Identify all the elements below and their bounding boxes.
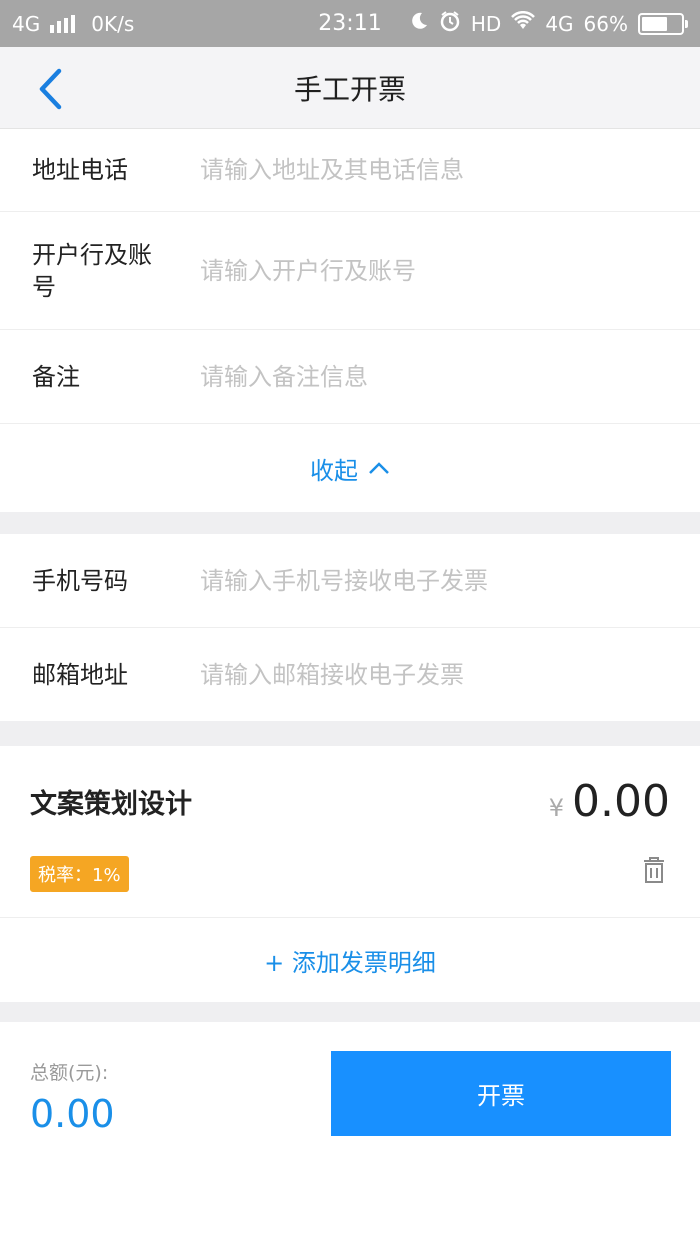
email-row: 邮箱地址 <box>0 628 700 721</box>
section-divider <box>0 512 700 534</box>
item-amount: 0.00 <box>572 775 670 827</box>
moon-icon <box>409 11 429 36</box>
battery-icon <box>638 12 688 35</box>
main-content: 地址电话 开户行及账 号 备注 收起 手机号码 邮箱地址 文案策划设计 ¥ <box>0 129 700 1024</box>
bank-row: 开户行及账 号 <box>0 212 700 330</box>
section-divider <box>0 721 700 746</box>
tax-rate-badge: 税率：1% <box>30 856 129 892</box>
page-title: 手工开票 <box>293 72 406 106</box>
address-row: 地址电话 <box>0 129 700 212</box>
bank-label: 开户行及账 号 <box>32 239 200 303</box>
remark-label: 备注 <box>32 362 80 391</box>
nav-bar: 手工开票 <box>0 47 700 129</box>
collapse-button[interactable]: 收起 <box>0 424 700 512</box>
phone-input[interactable] <box>200 566 700 595</box>
email-input[interactable] <box>200 660 700 689</box>
chevron-up-icon <box>369 462 389 474</box>
network-speed: 0K/s <box>91 11 135 36</box>
battery-percent: 66% <box>583 11 628 36</box>
item-header: 文案策划设计 ¥ 0.00 <box>0 746 700 856</box>
bank-label-line1: 开户行及账 <box>32 240 152 269</box>
invoice-item: 文案策划设计 ¥ 0.00 税率：1% + 添加发票明细 <box>0 746 700 1002</box>
remark-row: 备注 <box>0 330 700 424</box>
currency-symbol: ¥ <box>548 793 565 822</box>
back-button[interactable] <box>30 67 70 111</box>
signal-bars-icon <box>50 14 76 33</box>
total-value: 0.00 <box>30 1092 115 1136</box>
total-label: 总额(元): <box>30 1062 109 1084</box>
item-name[interactable]: 文案策划设计 <box>30 782 192 821</box>
wifi-icon <box>511 10 536 36</box>
status-right: HD 4G 66% <box>409 10 688 37</box>
delete-button[interactable] <box>642 856 666 888</box>
chevron-left-icon <box>39 68 62 110</box>
network-type: 4G <box>12 11 41 36</box>
phone-label: 手机号码 <box>32 566 128 595</box>
email-label: 邮箱地址 <box>32 660 128 689</box>
bank-input[interactable] <box>200 256 700 285</box>
item-price[interactable]: ¥ 0.00 <box>549 776 670 827</box>
collapse-label: 收起 <box>310 456 358 485</box>
status-bar: 4G 0K/s 23:11 HD 4G 66% <box>0 0 700 47</box>
trash-icon <box>644 857 664 883</box>
remark-input[interactable] <box>200 362 700 391</box>
address-input[interactable] <box>200 156 700 184</box>
address-label: 地址电话 <box>32 156 128 184</box>
phone-row: 手机号码 <box>0 534 700 628</box>
item-meta: 税率：1% <box>0 856 700 918</box>
alarm-icon <box>439 10 461 37</box>
issue-invoice-button[interactable]: 开票 <box>331 1051 671 1136</box>
add-invoice-detail-button[interactable]: + 添加发票明细 <box>0 918 700 1002</box>
network-type-2: 4G <box>545 11 574 36</box>
hd-indicator: HD <box>470 11 502 36</box>
footer-bar: 总额(元): 0.00 开票 <box>0 1022 700 1245</box>
status-left: 4G 0K/s <box>12 12 134 36</box>
bank-label-line2: 号 <box>32 272 56 301</box>
section-divider <box>0 1002 700 1024</box>
